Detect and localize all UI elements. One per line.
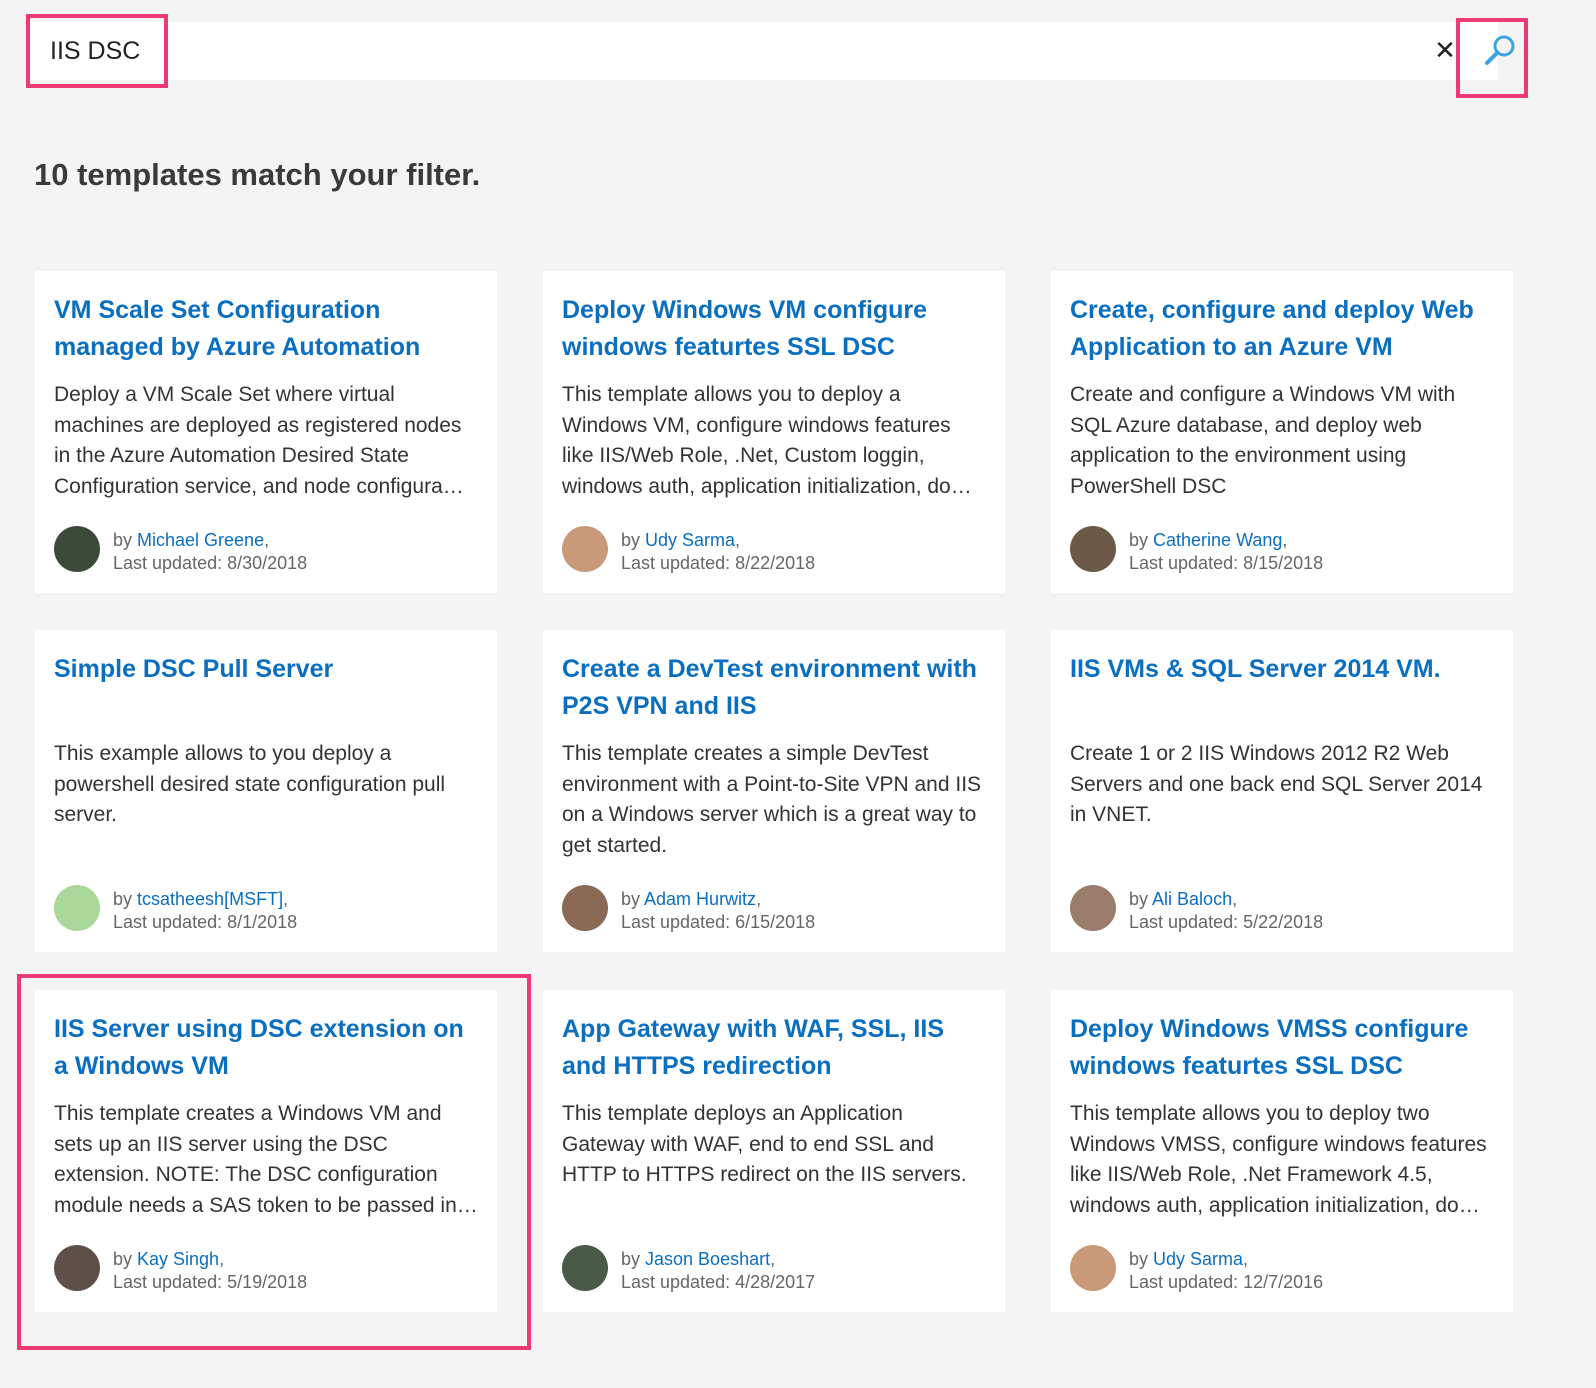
template-meta: by tcsatheesh[MSFT], Last updated: 8/1/20… bbox=[113, 888, 297, 934]
comma: , bbox=[735, 530, 741, 550]
template-meta: by Udy Sarma, Last updated: 12/7/2016 bbox=[1129, 1248, 1323, 1294]
template-title[interactable]: Simple DSC Pull Server bbox=[54, 651, 479, 725]
author-link[interactable]: Ali Baloch bbox=[1152, 889, 1232, 909]
last-updated-date: 8/30/2018 bbox=[227, 553, 308, 573]
template-description: Deploy a VM Scale Set where virtual mach… bbox=[54, 383, 464, 498]
author-link[interactable]: Adam Hurwitz bbox=[644, 889, 756, 909]
author-link[interactable]: Catherine Wang bbox=[1153, 530, 1282, 550]
author-link[interactable]: Udy Sarma bbox=[645, 530, 735, 550]
template-meta: by Catherine Wang, Last updated: 8/15/201… bbox=[1129, 529, 1323, 575]
template-meta: by Udy Sarma, Last updated: 8/22/2018 bbox=[621, 529, 815, 575]
template-title[interactable]: IIS VMs & SQL Server 2014 VM. bbox=[1070, 651, 1495, 725]
by-label: by bbox=[113, 530, 138, 550]
template-title[interactable]: Deploy Windows VM configure windows feat… bbox=[562, 292, 987, 366]
by-label: by bbox=[113, 1249, 138, 1269]
last-updated-label: Last updated: bbox=[621, 1272, 736, 1292]
last-updated-label: Last updated: bbox=[621, 912, 736, 932]
template-description: Create 1 or 2 IIS Windows 2012 R2 Web Se… bbox=[1070, 742, 1483, 826]
author-link[interactable]: Michael Greene bbox=[137, 530, 264, 550]
comma: , bbox=[283, 889, 289, 909]
by-label: by bbox=[621, 1249, 646, 1269]
avatar bbox=[562, 526, 608, 572]
search-bar: ✕ bbox=[28, 22, 1515, 80]
search-icon bbox=[1485, 35, 1515, 65]
template-card[interactable]: IIS Server using DSC extension on a Wind… bbox=[35, 990, 497, 1312]
author-link[interactable]: Jason Boeshart bbox=[645, 1249, 770, 1269]
last-updated-date: 8/22/2018 bbox=[735, 553, 816, 573]
avatar bbox=[1070, 1245, 1116, 1291]
last-updated-label: Last updated: bbox=[113, 912, 228, 932]
avatar bbox=[54, 1245, 100, 1291]
comma: , bbox=[219, 1249, 225, 1269]
last-updated-date: 8/1/2018 bbox=[227, 912, 298, 932]
avatar bbox=[562, 885, 608, 931]
last-updated-date: 6/15/2018 bbox=[735, 912, 816, 932]
template-meta: by Michael Greene, Last updated: 8/30/201… bbox=[113, 529, 307, 575]
template-title[interactable]: VM Scale Set Configuration managed by Az… bbox=[54, 292, 479, 366]
template-card[interactable]: IIS VMs & SQL Server 2014 VM. Create 1 or… bbox=[1051, 630, 1513, 952]
avatar bbox=[54, 885, 100, 931]
avatar bbox=[1070, 885, 1116, 931]
last-updated-label: Last updated: bbox=[113, 553, 228, 573]
template-meta: by Jason Boeshart, Last updated: 4/28/201… bbox=[621, 1248, 815, 1294]
last-updated-date: 12/7/2016 bbox=[1243, 1272, 1324, 1292]
template-meta: by Ali Baloch, Last updated: 5/22/2018 bbox=[1129, 888, 1323, 934]
by-label: by bbox=[621, 889, 645, 909]
comma: , bbox=[770, 1249, 776, 1269]
last-updated-label: Last updated: bbox=[1129, 1272, 1244, 1292]
template-card[interactable]: Deploy Windows VM configure windows feat… bbox=[543, 271, 1005, 593]
template-description: This template allows you to deploy two W… bbox=[1070, 1102, 1487, 1217]
last-updated-label: Last updated: bbox=[113, 1272, 228, 1292]
template-description: This template allows you to deploy a Win… bbox=[562, 383, 972, 498]
author-link[interactable]: Udy Sarma bbox=[1153, 1249, 1243, 1269]
by-label: by bbox=[113, 889, 138, 909]
last-updated-date: 4/28/2017 bbox=[735, 1272, 816, 1292]
comma: , bbox=[1282, 530, 1288, 550]
author-link[interactable]: Kay Singh bbox=[137, 1249, 219, 1269]
comma: , bbox=[1243, 1249, 1249, 1269]
comma: , bbox=[264, 530, 270, 550]
template-card[interactable]: Deploy Windows VMSS configure windows fe… bbox=[1051, 990, 1513, 1312]
by-label: by bbox=[1129, 1249, 1154, 1269]
avatar bbox=[54, 526, 100, 572]
avatar bbox=[1070, 526, 1116, 572]
last-updated-label: Last updated: bbox=[621, 553, 736, 573]
template-meta: by Adam Hurwitz, Last updated: 6/15/2018 bbox=[621, 888, 815, 934]
last-updated-date: 5/19/2018 bbox=[227, 1272, 308, 1292]
template-card[interactable]: VM Scale Set Configuration managed by Az… bbox=[35, 271, 497, 593]
template-card[interactable]: Create a DevTest environment with P2S VP… bbox=[543, 630, 1005, 952]
template-description: Create and configure a Windows VM with S… bbox=[1070, 383, 1456, 498]
result-count: 10 templates match your filter. bbox=[34, 157, 481, 192]
template-meta: by Kay Singh, Last updated: 5/19/2018 bbox=[113, 1248, 307, 1294]
template-card[interactable]: Simple DSC Pull Server This example allow… bbox=[35, 630, 497, 952]
template-description: This template creates a simple DevTest e… bbox=[562, 742, 982, 857]
template-card[interactable]: App Gateway with WAF, SSL, IIS and HTTPS… bbox=[543, 990, 1005, 1312]
clear-search-button[interactable]: ✕ bbox=[1428, 34, 1462, 68]
template-title[interactable]: Deploy Windows VMSS configure windows fe… bbox=[1070, 1011, 1495, 1085]
last-updated-date: 8/15/2018 bbox=[1243, 553, 1324, 573]
template-card[interactable]: Create, configure and deploy Web Applica… bbox=[1051, 271, 1513, 593]
avatar bbox=[562, 1245, 608, 1291]
author-link[interactable]: tcsatheesh[MSFT] bbox=[137, 889, 283, 909]
template-title[interactable]: Create, configure and deploy Web Applica… bbox=[1070, 292, 1495, 366]
template-title[interactable]: Create a DevTest environment with P2S VP… bbox=[562, 651, 987, 725]
template-title[interactable]: IIS Server using DSC extension on a Wind… bbox=[54, 1011, 479, 1085]
comma: , bbox=[756, 889, 762, 909]
last-updated-label: Last updated: bbox=[1129, 912, 1244, 932]
template-description: This template creates a Windows VM and s… bbox=[54, 1102, 478, 1217]
template-title[interactable]: App Gateway with WAF, SSL, IIS and HTTPS… bbox=[562, 1011, 987, 1085]
search-button[interactable] bbox=[1478, 30, 1522, 74]
last-updated-label: Last updated: bbox=[1129, 553, 1244, 573]
by-label: by bbox=[1129, 889, 1153, 909]
template-description: This template deploys an Application Gat… bbox=[562, 1102, 967, 1186]
last-updated-date: 5/22/2018 bbox=[1243, 912, 1324, 932]
template-description: This example allows to you deploy a powe… bbox=[54, 742, 446, 826]
by-label: by bbox=[621, 530, 646, 550]
search-input[interactable] bbox=[50, 34, 1380, 68]
comma: , bbox=[1232, 889, 1238, 909]
by-label: by bbox=[1129, 530, 1154, 550]
